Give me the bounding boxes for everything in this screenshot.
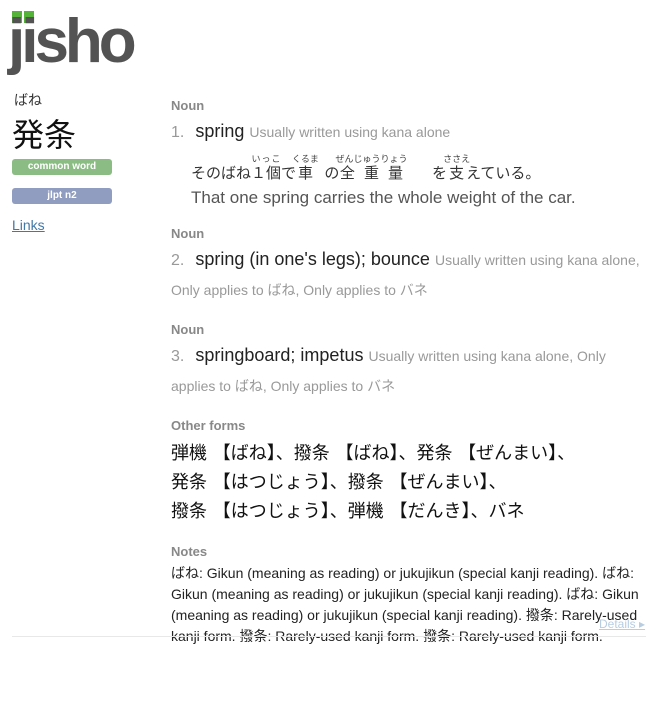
notes-text: ばね: Gikun (meaning as reading) or jukuji… <box>171 565 639 644</box>
meaning-2: Noun 2. spring (in one's legs); bounce U… <box>171 226 641 304</box>
entry-reading: ばね <box>14 92 42 108</box>
divider <box>12 636 646 637</box>
other-forms-line: 発条 【はつじょう】、撥条 【ぜんまい】、 <box>171 472 507 493</box>
part-of-speech: Noun <box>171 98 205 113</box>
other-forms-line: 撥条 【はつじょう】、弾機 【だんき】、バネ <box>171 501 525 522</box>
entry-kanji: 発条 <box>12 116 77 154</box>
meaning-1: Noun 1. spring Usually written using kan… <box>171 98 641 208</box>
jlpt-badge: jlpt n2 <box>12 188 112 204</box>
other-forms-list: 弾機 【ばね】、撥条 【ばね】、発条 【ぜんまい】、 発条 【はつじょう】、撥条… <box>171 439 641 526</box>
meaning-text: spring <box>195 121 245 141</box>
other-forms-label: Other forms <box>171 418 246 433</box>
meaning-info: Usually written using kana alone <box>249 124 451 140</box>
meaning-text: springboard; impetus <box>195 345 364 365</box>
meaning-number: 3. <box>171 348 185 365</box>
other-forms-section: Other forms 弾機 【ばね】、撥条 【ばね】、発条 【ぜんまい】、 発… <box>171 418 641 526</box>
part-of-speech: Noun <box>171 226 205 241</box>
part-of-speech: Noun <box>171 322 205 337</box>
meaning-number: 2. <box>171 252 185 269</box>
details-link[interactable]: Details ▸ <box>599 617 645 631</box>
example-english: That one spring carries the whole weight… <box>191 188 576 207</box>
meaning-number: 1. <box>171 124 185 141</box>
meanings-column: Noun 1. spring Usually written using kan… <box>171 98 641 647</box>
meaning-text: spring (in one's legs); bounce <box>195 249 430 269</box>
notes-section: Notes ばね: Gikun (meaning as reading) or … <box>171 544 641 647</box>
links-link[interactable]: Links <box>12 217 45 233</box>
common-word-badge: common word <box>12 159 112 175</box>
example-sentence: そのばね１個いっこで車くるま の全重量ぜんじゅうりょう を支ささええている。 T… <box>191 155 641 208</box>
logo-text: jisho <box>8 7 137 76</box>
notes-label: Notes <box>171 544 208 559</box>
meaning-3: Noun 3. springboard; impetus Usually wri… <box>171 322 641 400</box>
example-japanese: そのばね１個いっこで車くるま の全重量ぜんじゅうりょう を支ささええている。 <box>191 155 541 182</box>
other-forms-line: 弾機 【ばね】、撥条 【ばね】、発条 【ぜんまい】、 <box>171 443 576 464</box>
jisho-logo[interactable]: jisho <box>8 7 143 78</box>
